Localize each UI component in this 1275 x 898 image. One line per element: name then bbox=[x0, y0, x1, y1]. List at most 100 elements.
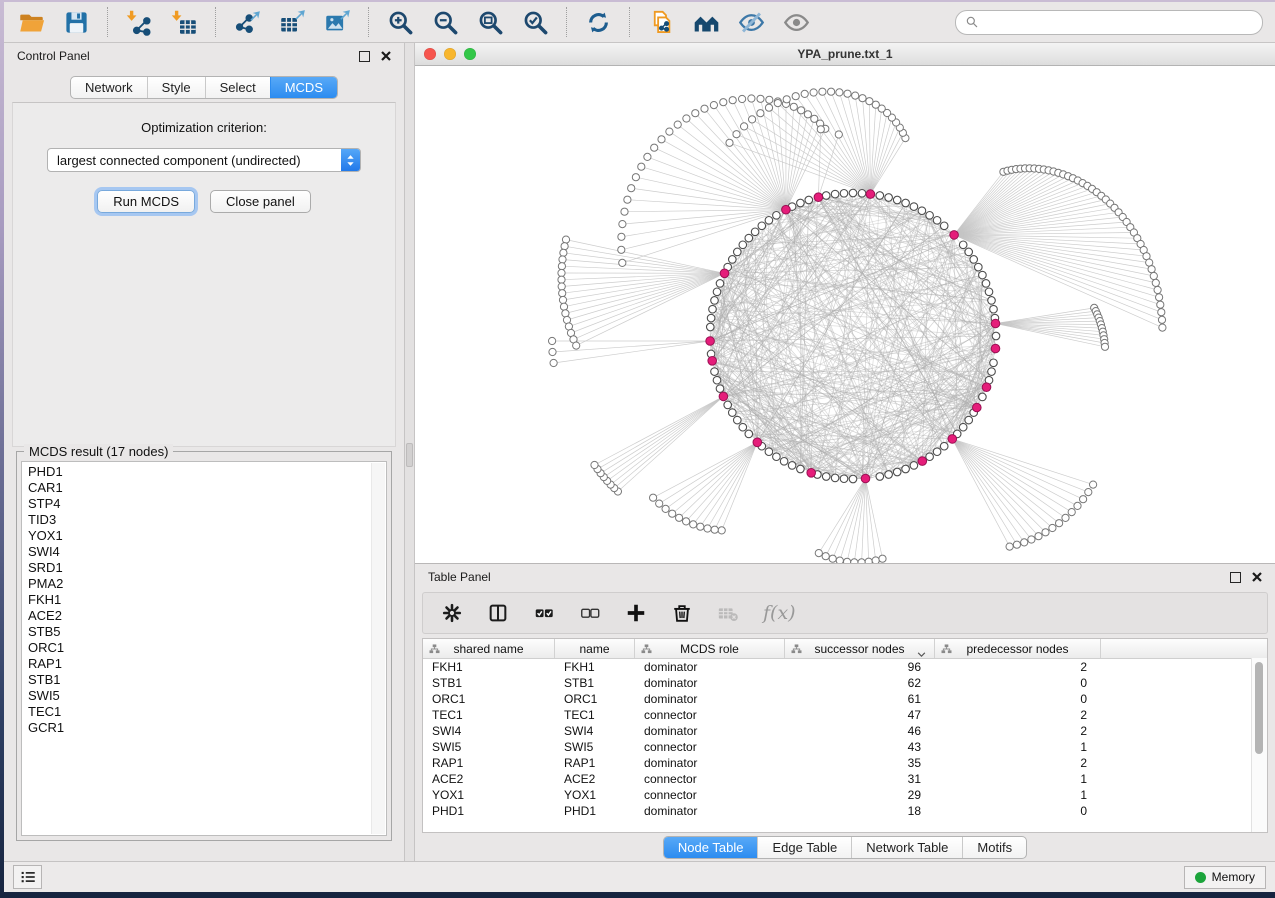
add-column-button[interactable] bbox=[625, 602, 647, 624]
table-row[interactable]: RAP1RAP1dominator352 bbox=[423, 755, 1267, 771]
splitter-grip-icon[interactable] bbox=[406, 443, 413, 467]
mcds-result-item[interactable]: SRD1 bbox=[28, 560, 386, 576]
import-network-button[interactable] bbox=[124, 7, 154, 37]
clone-network-icon bbox=[648, 9, 675, 36]
table-row[interactable]: YOX1YOX1connector291 bbox=[423, 787, 1267, 803]
clone-network-button[interactable] bbox=[646, 7, 676, 37]
open-folder-button[interactable] bbox=[16, 7, 46, 37]
mcds-result-group: MCDS result (17 nodes) PHD1CAR1STP4TID3Y… bbox=[16, 451, 392, 841]
hide-selected-button[interactable] bbox=[736, 7, 766, 37]
attribute-tree-icon bbox=[641, 643, 652, 657]
control-panel: Control Panel NetworkStyleSelectMCDS Opt… bbox=[4, 43, 404, 861]
criterion-select[interactable]: largest connected component (undirected) bbox=[47, 148, 361, 172]
float-panel-icon[interactable] bbox=[359, 51, 370, 62]
mcds-result-item[interactable]: SWI5 bbox=[28, 688, 386, 704]
zoom-out-button[interactable] bbox=[430, 7, 460, 37]
table-row[interactable]: FKH1FKH1dominator962 bbox=[423, 659, 1267, 675]
show-all-button[interactable] bbox=[781, 7, 811, 37]
column-header-mcds-role[interactable]: MCDS role bbox=[635, 639, 785, 658]
app-window: Control Panel NetworkStyleSelectMCDS Opt… bbox=[4, 2, 1275, 892]
tab-network[interactable]: Network bbox=[71, 77, 147, 98]
zoom-in-button[interactable] bbox=[385, 7, 415, 37]
mcds-result-item[interactable]: RAP1 bbox=[28, 656, 386, 672]
mcds-result-item[interactable]: GCR1 bbox=[28, 720, 386, 736]
mcds-result-item[interactable]: STP4 bbox=[28, 496, 386, 512]
table-row[interactable]: ORC1ORC1dominator610 bbox=[423, 691, 1267, 707]
result-list-scrollbar[interactable] bbox=[371, 463, 385, 834]
table-row[interactable]: ACE2ACE2connector311 bbox=[423, 771, 1267, 787]
network-window-titlebar[interactable]: YPA_prune.txt_1 bbox=[415, 43, 1275, 66]
refresh-layout-button[interactable] bbox=[583, 7, 613, 37]
close-panel-icon[interactable] bbox=[381, 51, 391, 61]
import-network-icon bbox=[126, 9, 153, 36]
column-label: MCDS role bbox=[680, 642, 739, 656]
delete-column-button[interactable] bbox=[671, 602, 693, 624]
mcds-result-item[interactable]: ORC1 bbox=[28, 640, 386, 656]
export-image-button[interactable] bbox=[322, 7, 352, 37]
mcds-result-item[interactable]: TEC1 bbox=[28, 704, 386, 720]
first-neighbors-icon bbox=[693, 9, 720, 36]
mcds-result-item[interactable]: SWI4 bbox=[28, 544, 386, 560]
table-scrollbar[interactable] bbox=[1251, 658, 1267, 832]
mcds-result-item[interactable]: TID3 bbox=[28, 512, 386, 528]
maximize-window-icon[interactable] bbox=[464, 48, 476, 60]
deselect-all-icon bbox=[579, 602, 601, 624]
tab-edge-table[interactable]: Edge Table bbox=[757, 837, 851, 858]
save-session-button[interactable] bbox=[61, 7, 91, 37]
mcds-result-item[interactable]: STB1 bbox=[28, 672, 386, 688]
cell-predecessor: 1 bbox=[935, 771, 1101, 787]
tab-motifs[interactable]: Motifs bbox=[962, 837, 1026, 858]
settings-gear-button[interactable] bbox=[441, 602, 463, 624]
column-header-successor-nodes[interactable]: successor nodes bbox=[785, 639, 935, 658]
task-history-button[interactable] bbox=[13, 865, 42, 889]
table-row[interactable]: SWI4SWI4dominator462 bbox=[423, 723, 1267, 739]
deselect-all-button[interactable] bbox=[579, 602, 601, 624]
tab-node-table[interactable]: Node Table bbox=[664, 837, 758, 858]
export-network-button[interactable] bbox=[232, 7, 262, 37]
mcds-result-item[interactable]: PMA2 bbox=[28, 576, 386, 592]
close-panel-button[interactable]: Close panel bbox=[210, 190, 311, 213]
delete-table-button bbox=[717, 602, 739, 624]
import-table-button[interactable] bbox=[169, 7, 199, 37]
mcds-result-item[interactable]: YOX1 bbox=[28, 528, 386, 544]
table-row[interactable]: PHD1PHD1dominator180 bbox=[423, 803, 1267, 819]
zoom-selected-button[interactable] bbox=[520, 7, 550, 37]
toolbar-separator bbox=[368, 7, 369, 37]
show-columns-button[interactable] bbox=[487, 602, 509, 624]
attribute-tree-icon bbox=[941, 643, 952, 657]
close-window-icon[interactable] bbox=[424, 48, 436, 60]
column-header-predecessor-nodes[interactable]: predecessor nodes bbox=[935, 639, 1101, 658]
mcds-result-list[interactable]: PHD1CAR1STP4TID3YOX1SWI4SRD1PMA2FKH1ACE2… bbox=[21, 461, 387, 836]
select-stepper-icon bbox=[341, 149, 360, 171]
network-canvas[interactable] bbox=[415, 66, 1275, 563]
mcds-result-item[interactable]: PHD1 bbox=[28, 464, 386, 480]
tab-network-table[interactable]: Network Table bbox=[851, 837, 962, 858]
float-table-panel-icon[interactable] bbox=[1230, 572, 1241, 583]
memory-button[interactable]: Memory bbox=[1184, 866, 1266, 889]
table-scrollbar-thumb[interactable] bbox=[1255, 662, 1263, 754]
select-all-button[interactable] bbox=[533, 602, 555, 624]
column-header-shared-name[interactable]: shared name bbox=[423, 639, 555, 658]
network-search-input[interactable] bbox=[985, 14, 1253, 30]
run-mcds-button[interactable]: Run MCDS bbox=[97, 190, 195, 213]
mcds-result-item[interactable]: STB5 bbox=[28, 624, 386, 640]
cell-predecessor: 0 bbox=[935, 803, 1101, 819]
task-list-icon bbox=[19, 868, 37, 886]
zoom-fit-button[interactable] bbox=[475, 7, 505, 37]
close-table-panel-icon[interactable] bbox=[1252, 572, 1262, 582]
column-header-name[interactable]: name bbox=[555, 639, 635, 658]
minimize-window-icon[interactable] bbox=[444, 48, 456, 60]
tab-style[interactable]: Style bbox=[147, 77, 205, 98]
mcds-result-item[interactable]: CAR1 bbox=[28, 480, 386, 496]
mcds-result-item[interactable]: FKH1 bbox=[28, 592, 386, 608]
mcds-result-item[interactable]: ACE2 bbox=[28, 608, 386, 624]
export-table-button[interactable] bbox=[277, 7, 307, 37]
panel-splitter[interactable] bbox=[404, 43, 415, 861]
tab-select[interactable]: Select bbox=[205, 77, 270, 98]
table-row[interactable]: SWI5SWI5connector431 bbox=[423, 739, 1267, 755]
tab-mcds[interactable]: MCDS bbox=[270, 77, 337, 98]
table-row[interactable]: TEC1TEC1connector472 bbox=[423, 707, 1267, 723]
cell-shared_name: FKH1 bbox=[423, 659, 555, 675]
first-neighbors-button[interactable] bbox=[691, 7, 721, 37]
table-row[interactable]: STB1STB1dominator620 bbox=[423, 675, 1267, 691]
